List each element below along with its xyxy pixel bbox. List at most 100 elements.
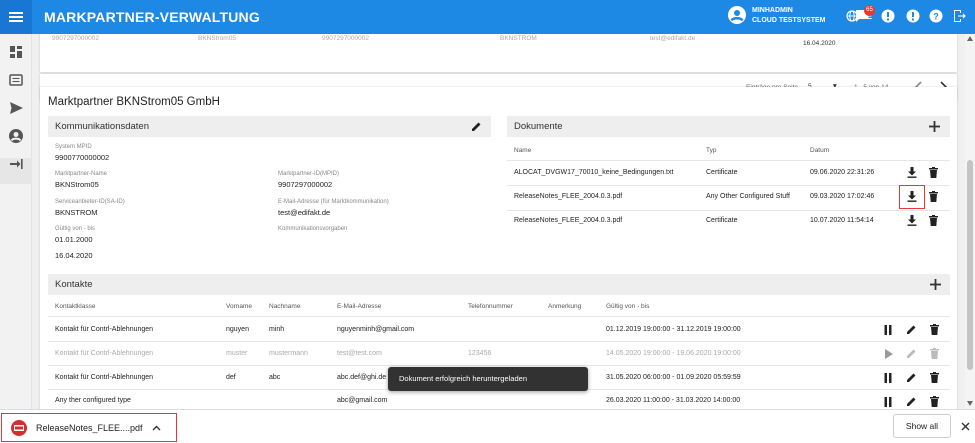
- edit-icon[interactable]: [906, 372, 917, 383]
- kontakte-col: Nachname: [269, 303, 301, 310]
- show-all-button[interactable]: Show all: [893, 414, 951, 438]
- doc-name: ReleaseNotes_FLEE_2004.0.3.pdf: [514, 193, 623, 200]
- scrollbar-thumb[interactable]: [967, 160, 973, 370]
- kontakte-col: Gültig von - bis: [606, 303, 650, 310]
- download-item[interactable]: ReleaseNotes_FLEE....pdf: [1, 413, 177, 442]
- contact-lastname: mustermann: [269, 350, 308, 357]
- kontakte-col: E-Mail-Adresse: [337, 303, 382, 310]
- chevron-up-icon[interactable]: [152, 425, 161, 431]
- komm-header: Kommunikationsdaten: [48, 116, 491, 137]
- contact-firstname: nguyen: [226, 326, 249, 333]
- login-arrow-icon[interactable]: [8, 156, 24, 172]
- pause-icon[interactable]: [884, 397, 892, 407]
- user-name: MINHADMIN: [752, 7, 793, 14]
- kontakte-col: Anmerkung: [548, 303, 582, 310]
- delete-icon[interactable]: [929, 191, 938, 202]
- contact-phone: 123456: [468, 350, 492, 357]
- list-date: 16.04.2020: [803, 40, 836, 47]
- partner-title: Marktpartner BKNStrom05 GmbH: [48, 96, 220, 108]
- pdf-file-icon: [11, 419, 27, 436]
- list-cell: BKNStrom05: [198, 35, 236, 42]
- contact-validity: 26.03.2020 11:00:00 - 31.03.2020 14:00:0…: [606, 397, 741, 404]
- partner-list-card: 9907297000002 BKNStrom05 9907297000002 B…: [40, 34, 957, 72]
- alert-icon[interactable]: [881, 9, 895, 23]
- scroll-up-icon[interactable]: [967, 36, 973, 41]
- close-icon[interactable]: [961, 422, 970, 431]
- contact-lastname: minh: [269, 326, 285, 333]
- delete-icon[interactable]: [930, 396, 939, 407]
- send-icon[interactable]: [8, 100, 24, 116]
- kontakte-col: Vorname: [226, 303, 253, 310]
- user-menu[interactable]: MINHADMIN CLOUD TESTSYSTEM: [728, 6, 826, 26]
- partner-name-label: Marktpartner-Name: [55, 171, 108, 177]
- delete-icon[interactable]: [930, 324, 939, 335]
- docs-title: Dokumente: [514, 121, 563, 132]
- pause-icon[interactable]: [884, 325, 892, 335]
- delete-icon[interactable]: [930, 372, 939, 383]
- delete-icon[interactable]: [929, 167, 938, 178]
- download-filename: ReleaseNotes_FLEE....pdf: [36, 422, 143, 433]
- edit-icon[interactable]: [906, 348, 917, 359]
- sa-id-label: Serviceanbieter-ID(SA-ID): [55, 199, 125, 205]
- add-icon[interactable]: [929, 121, 940, 132]
- download-icon[interactable]: [907, 191, 917, 202]
- edit-icon[interactable]: [471, 121, 482, 132]
- sa-id-value: BKNSTROM: [55, 208, 98, 217]
- contact-validity: 31.05.2020 06:00:00 - 01.09.2020 05:59:5…: [606, 374, 741, 381]
- scrollbar[interactable]: [965, 34, 975, 409]
- contact-firstname: muster: [226, 350, 248, 357]
- main-content: 9907297000002 BKNStrom05 9907297000002 B…: [32, 34, 965, 409]
- kontakte-title: Kontakte: [55, 279, 93, 290]
- pause-icon[interactable]: [884, 373, 892, 383]
- list-cell: 9907297000002: [52, 35, 99, 42]
- list-cell: 9907297000002: [322, 35, 369, 42]
- doc-type: Certificate: [706, 169, 738, 176]
- valid-label: Gültig von - bis: [55, 226, 96, 232]
- doc-date: 09.06.2020 22:31:26: [810, 169, 875, 176]
- docs-col-name: Name: [514, 147, 532, 154]
- komm-title: Kommunikationsdaten: [55, 121, 149, 132]
- logout-icon[interactable]: [952, 9, 966, 23]
- contact-validity: 01.12.2019 19:00:00 - 31.12.2019 19:00:0…: [606, 326, 741, 333]
- snackbar-toast: Dokument erfolgreich heruntergeladen: [388, 367, 588, 391]
- account-circle-icon[interactable]: [8, 128, 24, 144]
- docs-header: Dokumente: [507, 116, 950, 137]
- doc-date: 10.07.2020 11:54:14: [810, 217, 874, 224]
- valid-to-value: 16.04.2020: [55, 251, 93, 260]
- edit-icon[interactable]: [906, 396, 917, 407]
- vorgaben-label: Kommunikationsvorgaben: [278, 226, 348, 232]
- contact-class: Any ther configured type: [55, 397, 131, 404]
- message-icon[interactable]: [8, 72, 24, 88]
- menu-button[interactable]: [0, 0, 32, 34]
- valid-from-value: 01.01.2000: [55, 235, 93, 244]
- list-cell: test@edifakt.de: [650, 35, 696, 42]
- contact-validity: 14.05.2020 19:00:00 - 19.06.2020 19:00:0…: [606, 350, 741, 357]
- play-icon[interactable]: [885, 349, 893, 359]
- contact-email: abc.def@ghi.de: [337, 374, 387, 381]
- download-bar: ReleaseNotes_FLEE....pdf Show all: [0, 409, 975, 443]
- contact-email: abc@gmail.com: [337, 397, 388, 404]
- help-icon[interactable]: ?: [929, 9, 943, 23]
- email-label: E-Mail-Adresse (für Marktkommunikation): [278, 199, 389, 205]
- delete-icon[interactable]: [929, 215, 938, 226]
- email-value: test@edifakt.de: [278, 208, 331, 217]
- contact-firstname: def: [226, 374, 236, 381]
- contact-class: Kontakt für Contrl-Ablehnungen: [55, 374, 154, 381]
- contact-class: Kontakt für Contrl-Ablehnungen: [55, 350, 154, 357]
- kontakte-col: Kontaktklasse: [55, 303, 96, 310]
- info-icon[interactable]: [906, 9, 920, 23]
- dashboard-icon[interactable]: [8, 44, 24, 60]
- user-system: CLOUD TESTSYSTEM: [752, 17, 826, 24]
- scroll-down-icon[interactable]: [967, 401, 973, 406]
- sidebar: [0, 34, 32, 409]
- top-app-bar: MARKPARTNER-VERWALTUNG MINHADMIN CLOUD TE…: [0, 0, 975, 34]
- partner-name-value: BKNStrom05: [55, 180, 99, 189]
- download-icon[interactable]: [907, 167, 917, 178]
- edit-icon[interactable]: [906, 324, 917, 335]
- app-title: MARKPARTNER-VERWALTUNG: [44, 9, 260, 25]
- delete-icon[interactable]: [930, 348, 939, 359]
- download-icon[interactable]: [907, 215, 917, 226]
- contact-email: test@test.com: [337, 350, 382, 357]
- add-icon[interactable]: [930, 279, 941, 290]
- kontakte-header: Kontakte: [48, 274, 950, 295]
